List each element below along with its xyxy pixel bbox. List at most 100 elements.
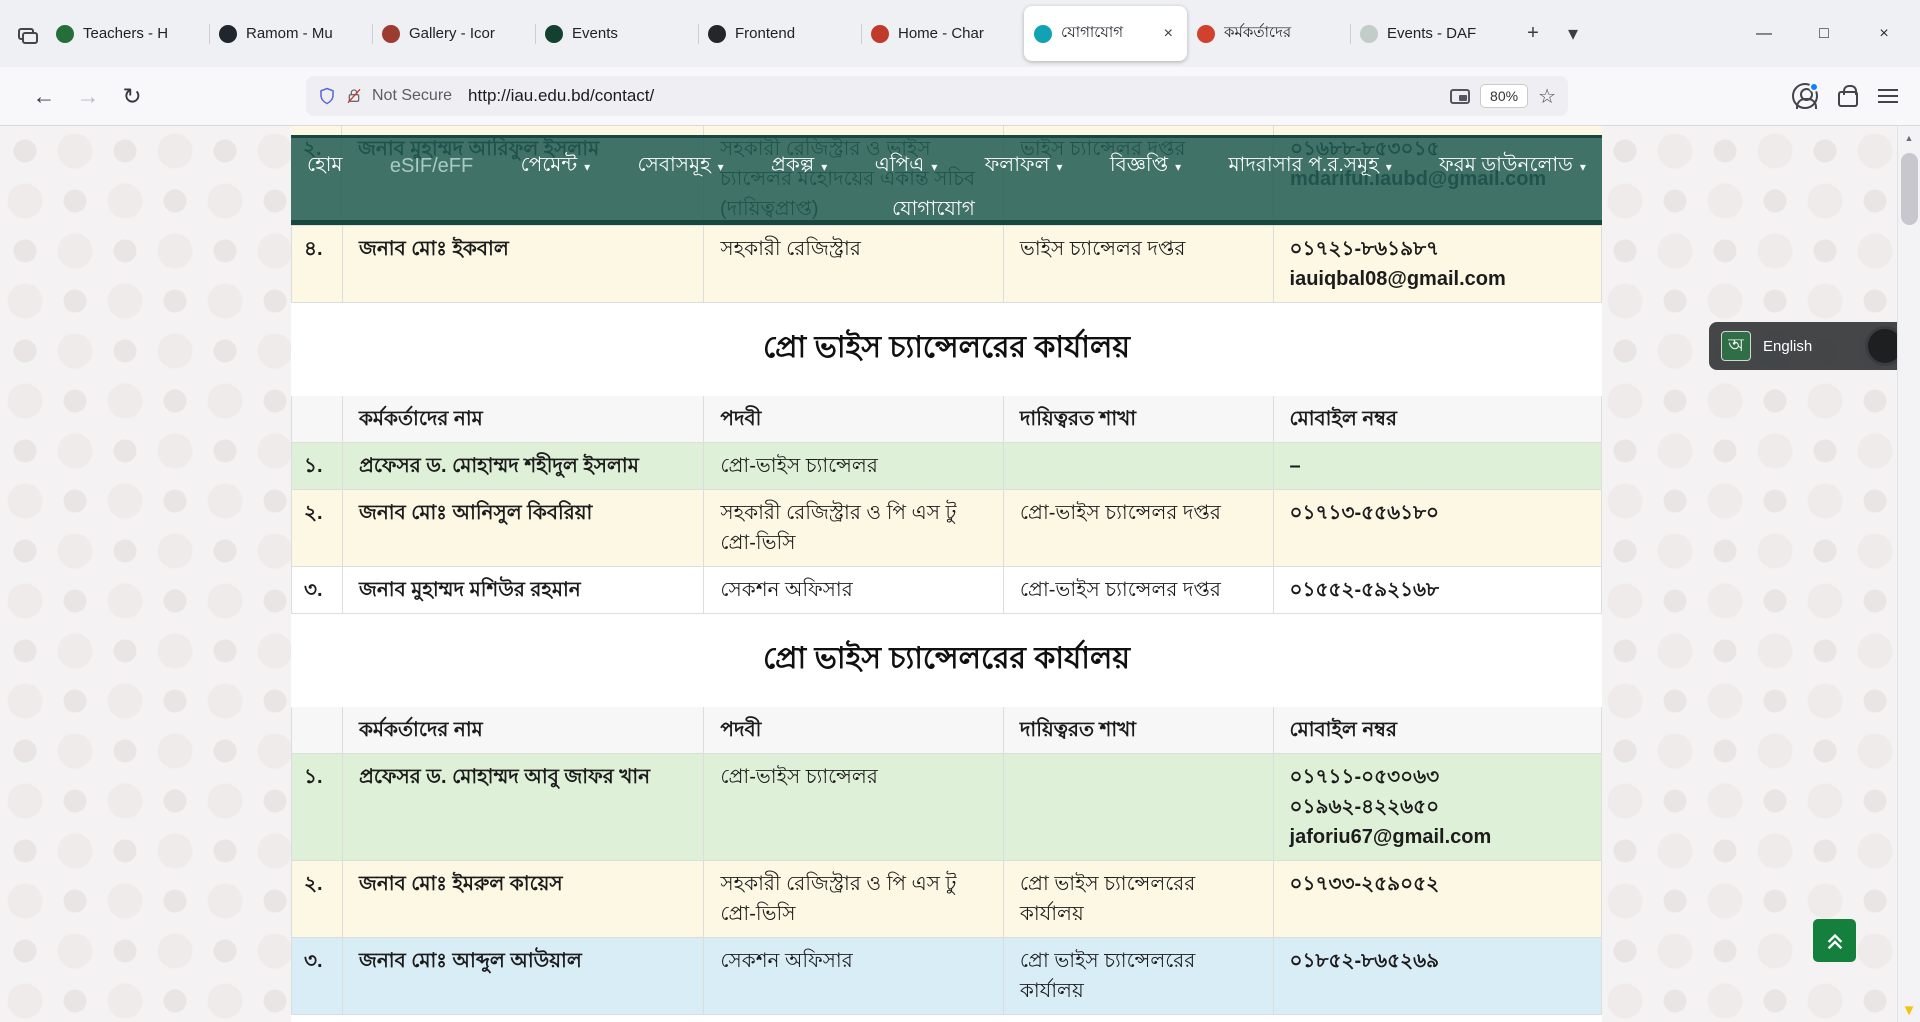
cell-position: প্রো-ভাইস চ্যান্সেলর (703, 754, 1003, 860)
header-serial (292, 396, 342, 442)
cell-department: প্রো ভাইস চ্যান্সেলরের কার্যালয় (1003, 938, 1273, 1014)
cell-position: সেকশন অফিসার (703, 938, 1003, 1014)
translate-widget[interactable]: অ English (1709, 322, 1897, 370)
maximize-button[interactable]: □ (1794, 0, 1854, 67)
cell-position: সহকারী রেজিস্ট্রার ও পি এস টু প্রো-ভিসি (703, 490, 1003, 566)
nav-madrasah-list[interactable]: মাদরাসার প.র.সমূহ (1228, 150, 1391, 183)
bookmark-star-icon[interactable]: ☆ (1538, 84, 1556, 109)
section-title-treasurer: ট্রেজারার দপ্তর (291, 1015, 1602, 1022)
scrollbar-up-arrow[interactable]: ▲ (1898, 126, 1920, 150)
menu-icon[interactable] (1878, 89, 1898, 103)
tab-teachers[interactable]: Teachers - H (46, 0, 209, 67)
page-viewport: ২. জনাব মুহাম্মদ আরিফুল ইসলাম সহকারী রেজ… (0, 126, 1920, 1022)
scrollbar-down-arrow[interactable]: ▼ (1898, 998, 1920, 1022)
firefox-view-icon[interactable] (6, 14, 46, 54)
back-button[interactable]: ← (22, 76, 66, 116)
cell-department: প্রো-ভাইস চ্যান্সেলর দপ্তর (1003, 567, 1273, 613)
tab-title: Frontend (735, 25, 851, 42)
tab-title: কর্মকর্তাদের (1224, 21, 1340, 46)
table-row: ১. প্রফেসর ড. মোহাম্মদ আবু জাফর খান প্রো… (292, 753, 1601, 860)
tab-events-daf[interactable]: Events - DAF (1350, 0, 1513, 67)
cell-name: প্রফেসর ড. মোহাম্মদ আবু জাফর খান (342, 754, 703, 860)
tracking-protection-shield-icon[interactable] (318, 86, 336, 106)
tab-officials[interactable]: কর্মকর্তাদের (1187, 0, 1350, 67)
picture-in-picture-icon[interactable] (1450, 89, 1470, 104)
cell-department: প্রো ভাইস চ্যান্সেলরের কার্যালয় (1003, 861, 1273, 937)
tab-favicon (708, 25, 726, 43)
cell-mobile: ০১৭২১-৮৬১৯৮৭ iauiqbal08@gmail.com (1273, 226, 1601, 302)
window-controls: — □ × (1734, 0, 1914, 67)
cell-name: জনাব মোঃ ইমরুল কায়েস (342, 861, 703, 937)
profile-icon[interactable] (1792, 83, 1818, 109)
nav-home[interactable]: হোম (307, 150, 343, 183)
table-row: ৩. জনাব মোঃ আব্দুল আউয়াল সেকশন অফিসার প… (292, 937, 1601, 1014)
nav-esif[interactable]: eSIF/eFF (390, 155, 473, 178)
navbar-row-2: যোগাযোগ (307, 194, 1586, 226)
tab-title: Events (572, 25, 688, 42)
cell-mobile: – (1273, 443, 1601, 489)
browser-tab-bar: Teachers - H Ramom - Mu Gallery - Icor E… (0, 0, 1920, 67)
forward-button[interactable]: → (66, 76, 110, 116)
nav-contact[interactable]: যোগাযোগ (892, 194, 975, 226)
nav-results[interactable]: ফলাফল (985, 150, 1063, 183)
navbar-row-1: হোম eSIF/eFF পেমেন্ট সেবাসমূহ প্রকল্প এপ… (307, 150, 1586, 183)
cell-name: প্রফেসর ড. মোহাম্মদ শহীদুল ইসলাম (342, 443, 703, 489)
nav-services[interactable]: সেবাসমূহ (638, 150, 724, 183)
tab-title: Gallery - Icor (409, 25, 525, 42)
minimize-button[interactable]: — (1734, 0, 1794, 67)
tab-favicon (545, 25, 563, 43)
scrollbar-thumb[interactable] (1901, 153, 1918, 225)
tab-contact-active[interactable]: যোগাযোগ × (1024, 6, 1187, 61)
cell-position: সহকারী রেজিস্ট্রার ও পি এস টু প্রো-ভিসি (703, 861, 1003, 937)
header-name: কর্মকর্তাদের নাম (342, 396, 703, 442)
cell-mobile: ০১৭১১-০৫৩০৬৩ ০১৯৬২-৪২২৬৫০ jaforiu67@gmai… (1273, 754, 1601, 860)
tab-home[interactable]: Home - Char (861, 0, 1024, 67)
cell-mobile: ০১৮৫২-৮৬৫২৬৯ (1273, 938, 1601, 1014)
header-zone: ২. জনাব মুহাম্মদ আরিফুল ইসলাম সহকারী রেজ… (291, 126, 1602, 226)
url-bar[interactable]: Not Secure http://iau.edu.bd/contact/ 80… (306, 76, 1568, 116)
translate-language-label: English (1763, 338, 1812, 355)
cell-name: জনাব মোঃ ইকবাল (342, 226, 703, 302)
cell-name: জনাব মোঃ আনিসুল কিবরিয়া (342, 490, 703, 566)
tab-ramom[interactable]: Ramom - Mu (209, 0, 372, 67)
cell-serial: ২. (292, 861, 342, 937)
site-navbar: হোম eSIF/eFF পেমেন্ট সেবাসমূহ প্রকল্প এপ… (291, 135, 1602, 225)
tab-events[interactable]: Events (535, 0, 698, 67)
nav-projects[interactable]: প্রকল্প (771, 150, 827, 183)
nav-form-download[interactable]: ফরম ডাউনলোড (1439, 150, 1586, 183)
section-title-pro-vc-1: প্রো ভাইস চ্যান্সেলরের কার্যালয় (291, 303, 1602, 396)
page-scrollbar[interactable]: ▲ ▼ (1897, 126, 1920, 1022)
tab-favicon (219, 25, 237, 43)
url-text[interactable]: http://iau.edu.bd/contact/ (468, 86, 1440, 106)
cell-serial: ১. (292, 754, 342, 860)
cell-serial: ৪. (292, 226, 342, 302)
scroll-to-top-button[interactable] (1813, 919, 1856, 962)
tab-strip: Teachers - H Ramom - Mu Gallery - Icor E… (46, 0, 1513, 67)
tab-favicon (871, 25, 889, 43)
tab-title: Teachers - H (83, 25, 199, 42)
cell-mobile: ০১৭৩৩-২৫৯০৫২ (1273, 861, 1601, 937)
pro-vc-table-2: কর্মকর্তাদের নাম পদবী দায়িত্বরত শাখা মো… (291, 707, 1602, 1015)
header-position: পদবী (703, 707, 1003, 753)
header-mobile: মোবাইল নম্বর (1273, 707, 1601, 753)
close-window-button[interactable]: × (1854, 0, 1914, 67)
page-content-column: ২. জনাব মুহাম্মদ আরিফুল ইসলাম সহকারী রেজ… (291, 126, 1602, 1022)
cell-department: প্রো-ভাইস চ্যান্সেলর দপ্তর (1003, 490, 1273, 566)
new-tab-button[interactable]: + (1513, 14, 1553, 54)
translate-glyph-icon: অ (1721, 331, 1751, 361)
nav-payment[interactable]: পেমেন্ট (521, 150, 591, 183)
tab-favicon (1034, 25, 1052, 43)
tab-gallery[interactable]: Gallery - Icor (372, 0, 535, 67)
vc-office-table: ৪. জনাব মোঃ ইকবাল সহকারী রেজিস্ট্রার ভাই… (291, 226, 1602, 303)
toolbar-right-icons (1792, 83, 1898, 109)
table-header-row: কর্মকর্তাদের নাম পদবী দায়িত্বরত শাখা মো… (292, 707, 1601, 753)
library-icon[interactable] (1838, 91, 1858, 107)
zoom-level-badge[interactable]: 80% (1480, 84, 1528, 108)
tab-frontend[interactable]: Frontend (698, 0, 861, 67)
nav-apa[interactable]: এপিএ (875, 150, 938, 183)
reload-button[interactable]: ↻ (110, 76, 154, 116)
list-tabs-chevron-icon[interactable]: ▾ (1553, 14, 1593, 54)
header-department: দায়িত্বরত শাখা (1003, 707, 1273, 753)
nav-notices[interactable]: বিজ্ঞপ্তি (1110, 150, 1181, 183)
close-tab-icon[interactable]: × (1160, 24, 1177, 44)
